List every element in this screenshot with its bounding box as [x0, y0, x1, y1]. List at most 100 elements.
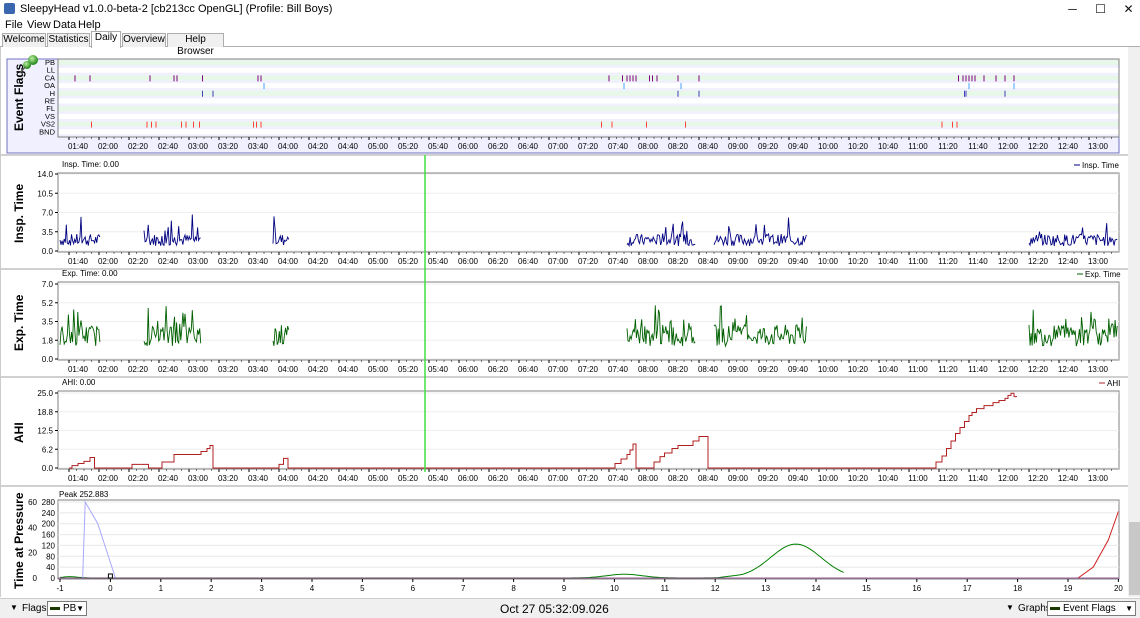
x-tick-label: 07:00	[548, 365, 569, 374]
y-tick-label: 240	[42, 509, 56, 518]
y2-tick-label: 20	[28, 549, 37, 558]
tab-bar: Welcome Statistics Daily Overview Help B…	[0, 31, 1140, 57]
x-tick-label: 18	[1013, 584, 1022, 593]
daily-graphs[interactable]: Event Flags PBLLCAOAHREFLVSVS2BND 01:40 0…	[1, 47, 1128, 597]
graphs-combo-value: Event Flags	[1063, 603, 1116, 614]
x-tick-label: 7	[461, 584, 466, 593]
x-tick-label: 10:20	[848, 257, 869, 266]
flag-row-band	[58, 129, 1119, 135]
tab-welcome[interactable]: Welcome	[2, 33, 46, 47]
x-tick-label: 04:00	[278, 365, 299, 374]
exp-time-panel[interactable]: Exp. Time Exp. Time: 0.00 Exp. Time 7.0 5…	[12, 269, 1121, 374]
flag-row-band	[58, 90, 1119, 96]
x-tick-label: 10:20	[848, 365, 869, 374]
title-bar: SleepyHead v1.0.0-beta-2 [cb213cc OpenGL…	[0, 0, 1140, 18]
flags-label[interactable]: Flags	[22, 603, 46, 614]
flags-combo[interactable]: PB ▼	[47, 601, 87, 616]
flags-dropdown-arrow-icon[interactable]: ▼	[10, 603, 18, 612]
ahi-title: AHI	[12, 422, 26, 443]
x-tick-label: 04:20	[308, 257, 329, 266]
flag-row-band	[58, 113, 1119, 119]
event-flags-panel[interactable]: Event Flags PBLLCAOAHREFLVSVS2BND 01:40 0…	[6, 55, 1120, 154]
x-tick-label: 05:20	[398, 365, 419, 374]
time-at-pressure-panel[interactable]: Time at Pressure Peak 252.883 2802402001…	[12, 490, 1123, 593]
x-tick-label: 15	[862, 584, 871, 593]
close-button[interactable]: ✕	[1106, 0, 1140, 18]
x-tick-label: 03:00	[188, 474, 209, 483]
x-tick-label: 5	[360, 584, 365, 593]
window-title: SleepyHead v1.0.0-beta-2 [cb213cc OpenGL…	[20, 3, 333, 15]
x-tick-label: 06:20	[488, 474, 509, 483]
y-tick-label: 40	[46, 563, 55, 572]
insp-time-title: Insp. Time	[12, 184, 26, 243]
x-tick-label: 06:00	[458, 142, 479, 151]
x-tick-label: 09:20	[758, 474, 779, 483]
x-tick-label: 08:20	[668, 142, 689, 151]
menu-file[interactable]: File	[5, 19, 23, 31]
x-tick-label: 09:40	[788, 257, 809, 266]
menu-view[interactable]: View	[27, 19, 51, 31]
scrollbar-thumb[interactable]	[1129, 522, 1140, 595]
x-tick-label: 13:00	[1088, 142, 1109, 151]
x-tick-label: 04:00	[278, 474, 299, 483]
tab-overview[interactable]: Overview	[122, 33, 166, 47]
x-tick-label: 09:00	[728, 365, 749, 374]
x-tick-label: 04:20	[308, 365, 329, 374]
x-tick-label: 04:40	[338, 474, 359, 483]
x-tick-label: 11:40	[968, 142, 988, 151]
x-tick-label: 11:00	[908, 257, 928, 266]
y-tick-label: 12.5	[37, 427, 53, 436]
y-tick-label: 25.0	[37, 389, 53, 398]
graphs-label[interactable]: Graphs	[1018, 603, 1051, 614]
ahi-panel[interactable]: AHI AHI: 0.00 AHI 25.0 18.8 12.5 6.2 0.0 01:…	[12, 378, 1120, 483]
tab-statistics[interactable]: Statistics	[47, 33, 90, 47]
insp-time-panel[interactable]: Insp. Time Insp. Time: 0.00 Insp. Time 1…	[12, 160, 1120, 266]
x-tick-label: 03:40	[248, 142, 269, 151]
x-tick-label: 09:20	[758, 142, 779, 151]
menu-data[interactable]: Data	[53, 19, 76, 31]
x-tick-label: 20	[1114, 584, 1123, 593]
x-tick-label: 10	[610, 584, 619, 593]
flag-row-band	[58, 106, 1119, 112]
x-tick-label: 12:20	[1028, 365, 1049, 374]
vertical-scrollbar[interactable]	[1128, 47, 1140, 597]
x-tick-label: 01:40	[68, 257, 89, 266]
x-tick-label: 08:40	[698, 365, 719, 374]
x-tick-label: 11	[661, 584, 670, 593]
x-tick-label: 02:00	[98, 142, 119, 151]
x-tick-label: 09:40	[788, 474, 809, 483]
x-tick-label: 06:00	[458, 257, 479, 266]
x-tick-label: 12:20	[1028, 257, 1049, 266]
x-tick-label: 06:40	[518, 257, 539, 266]
x-tick-label: 02:00	[98, 257, 119, 266]
flag-color-swatch	[50, 607, 60, 610]
x-tick-label: 02:00	[98, 474, 119, 483]
x-tick-label: 11:00	[908, 142, 928, 151]
x-tick-label: 11:00	[908, 474, 928, 483]
x-tick-label: 10:40	[878, 474, 899, 483]
graphs-combo[interactable]: Event Flags ▼	[1047, 601, 1136, 616]
x-tick-label: 08:20	[668, 365, 689, 374]
x-tick-label: 10:20	[848, 474, 869, 483]
y-tick-label: 7.0	[42, 209, 54, 218]
x-tick-label: 07:40	[608, 142, 629, 151]
y-tick-label: 18.8	[37, 408, 53, 417]
tab-help-browser[interactable]: Help Browser	[167, 33, 224, 57]
x-tick-label: 10:20	[848, 142, 869, 151]
menu-help[interactable]: Help	[78, 19, 101, 31]
x-tick-label: 16	[912, 584, 921, 593]
x-tick-label: 08:40	[698, 142, 719, 151]
x-tick-label: 06:40	[518, 142, 539, 151]
x-tick-label: 11:40	[968, 257, 988, 266]
x-tick-label: 07:40	[608, 474, 629, 483]
x-tick-label: 11:20	[938, 257, 958, 266]
x-tick-label: 04:20	[308, 142, 329, 151]
current-date-time: Oct 27 05:32:09.026	[500, 602, 609, 616]
x-tick-label: 03:20	[218, 474, 239, 483]
tab-daily[interactable]: Daily	[91, 31, 121, 48]
graphs-dropdown-arrow-icon[interactable]: ▼	[1006, 603, 1014, 612]
exp-time-readout: Exp. Time: 0.00	[62, 269, 118, 278]
x-tick-label: 09:00	[728, 142, 749, 151]
x-tick-label: 8	[511, 584, 516, 593]
x-tick-label: 09:20	[758, 365, 779, 374]
